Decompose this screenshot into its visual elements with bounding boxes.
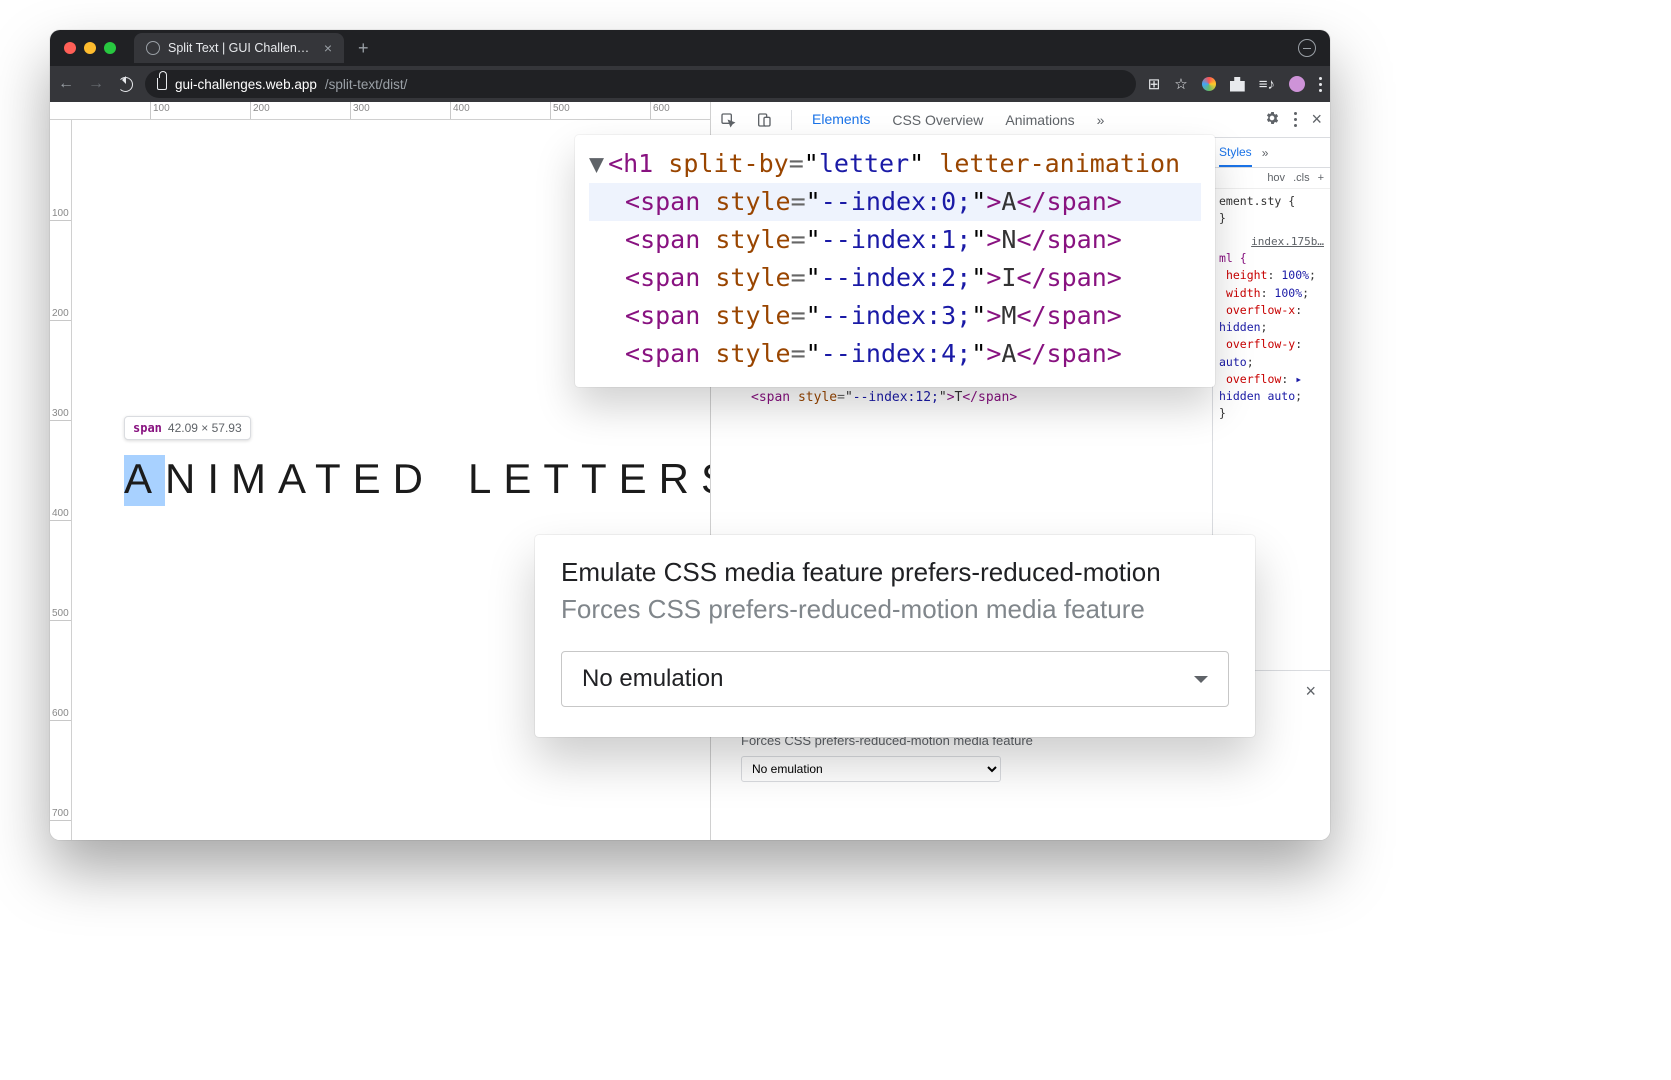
nav-buttons: ← →	[58, 75, 133, 93]
inspect-icon[interactable]	[719, 111, 737, 129]
tooltip-tag: span	[133, 421, 162, 435]
page-heading: ANIMATED LETTERS	[124, 455, 710, 503]
cls-toggle[interactable]: .cls	[1293, 172, 1310, 184]
zoom-dom-node: <span style="--index:4;">A</span>	[589, 335, 1201, 373]
emulation-select[interactable]: No emulation	[741, 756, 1001, 782]
reading-list-icon[interactable]: ≡♪	[1259, 76, 1275, 93]
extensions-icon[interactable]	[1230, 77, 1245, 92]
favicon-icon	[146, 41, 160, 55]
new-rule-button[interactable]: +	[1318, 172, 1324, 184]
new-tab-button[interactable]: +	[352, 38, 375, 59]
tab-bar: Split Text | GUI Challenges × +	[50, 30, 1330, 66]
ruler-vertical: 100200300400500600700800	[50, 120, 72, 840]
ext1-icon[interactable]	[1202, 77, 1216, 91]
traffic-lights	[64, 42, 116, 54]
heading-letter: A	[124, 455, 165, 506]
css-declaration[interactable]: overflow-y: auto;	[1219, 336, 1324, 371]
browser-tab[interactable]: Split Text | GUI Challenges ×	[134, 33, 344, 63]
heading-letter: T	[543, 455, 581, 502]
settings-icon[interactable]	[1264, 110, 1280, 129]
heading-letter: N	[165, 455, 207, 502]
dom-node[interactable]: <span style="--index:12;">T</span>	[717, 389, 1212, 408]
extension-icons: ⊞ ☆ ≡♪	[1148, 75, 1322, 93]
tab-close-icon[interactable]: ×	[324, 40, 332, 56]
zoom-emulation-value: No emulation	[582, 665, 723, 693]
device-toggle-icon[interactable]	[755, 111, 773, 129]
heading-letter: R	[659, 455, 701, 502]
window-max-icon[interactable]	[104, 42, 116, 54]
forward-button[interactable]: →	[88, 75, 104, 93]
heading-letter: T	[581, 455, 619, 502]
heading-letter: E	[353, 455, 393, 502]
tooltip-dimensions: 42.09 × 57.93	[168, 421, 242, 435]
toolbar: ← → gui-challenges.web.app/split-text/di…	[50, 66, 1330, 102]
heading-letter: S	[701, 455, 710, 502]
tab-elements[interactable]: Elements	[810, 103, 872, 137]
style-rules[interactable]: ement.sty { } index.175b… ml { height: 1…	[1213, 189, 1330, 427]
zoom-dom-node: <span style="--index:1;">N</span>	[589, 221, 1201, 259]
address-bar[interactable]: gui-challenges.web.app/split-text/dist/	[145, 70, 1136, 98]
translate-icon[interactable]: ⊞	[1148, 75, 1161, 93]
zoom-elements-overlay: ▼<h1 split-by="letter" letter-animation<…	[575, 135, 1215, 387]
hov-toggle[interactable]: hov	[1267, 172, 1285, 184]
reload-button[interactable]	[118, 77, 133, 92]
lock-icon	[157, 78, 167, 90]
zoom-rendering-overlay: Emulate CSS media feature prefers-reduce…	[535, 535, 1255, 737]
tabs-overflow[interactable]: »	[1095, 104, 1107, 136]
zoom-dom-node: <span style="--index:2;">I</span>	[589, 259, 1201, 297]
zoom-dom-node: <span style="--index:0;">A</span>	[589, 183, 1201, 221]
subtab-styles[interactable]: Styles	[1219, 145, 1252, 167]
heading-letter: E	[503, 455, 543, 502]
heading-letter	[435, 455, 468, 502]
bookmark-icon[interactable]: ☆	[1174, 75, 1187, 93]
window-collapse-icon[interactable]	[1298, 39, 1316, 57]
heading-letter: T	[315, 455, 353, 502]
devtools-tabs: Elements CSS Overview Animations » ×	[711, 102, 1330, 138]
css-declaration[interactable]: overflow-x: hidden;	[1219, 302, 1324, 337]
source-link[interactable]: index.175b…	[1219, 234, 1324, 251]
zoom-rendering-sub: Forces CSS prefers-reduced-motion media …	[561, 594, 1229, 625]
window-min-icon[interactable]	[84, 42, 96, 54]
zoom-emulation-select[interactable]: No emulation	[561, 651, 1229, 707]
heading-letter: M	[231, 455, 278, 502]
window-close-icon[interactable]	[64, 42, 76, 54]
url-host: gui-challenges.web.app	[175, 77, 317, 92]
back-button[interactable]: ←	[58, 75, 74, 93]
heading-letter: D	[393, 455, 435, 502]
heading-letter: I	[207, 455, 231, 502]
url-path: /split-text/dist/	[325, 77, 408, 92]
css-declaration[interactable]: width: 100%;	[1219, 285, 1324, 302]
devtools-menu-icon[interactable]	[1294, 112, 1297, 127]
zoom-rendering-title: Emulate CSS media feature prefers-reduce…	[561, 557, 1229, 588]
profile-icon[interactable]	[1289, 76, 1305, 92]
menu-button[interactable]	[1319, 77, 1322, 92]
tab-css-overview[interactable]: CSS Overview	[890, 104, 985, 136]
tab-animations[interactable]: Animations	[1003, 104, 1076, 136]
zoom-dom-node: ▼<h1 split-by="letter" letter-animation	[589, 145, 1201, 183]
heading-letter: A	[278, 455, 315, 502]
css-declaration[interactable]: height: 100%;	[1219, 267, 1324, 284]
ruler-horizontal: 100200300400500600	[50, 102, 710, 120]
subtab-overflow[interactable]: »	[1262, 146, 1269, 160]
css-declaration[interactable]: overflow: ▸ hidden auto;	[1219, 371, 1324, 406]
chevron-down-icon	[1194, 676, 1208, 690]
tab-title: Split Text | GUI Challenges	[168, 41, 316, 55]
devtools-close-icon[interactable]: ×	[1311, 109, 1322, 130]
heading-letter: E	[619, 455, 659, 502]
drawer-close-icon[interactable]: ×	[1305, 681, 1316, 702]
element-tooltip: span 42.09 × 57.93	[124, 416, 251, 440]
zoom-dom-node: <span style="--index:3;">M</span>	[589, 297, 1201, 335]
heading-letter: L	[468, 455, 503, 502]
